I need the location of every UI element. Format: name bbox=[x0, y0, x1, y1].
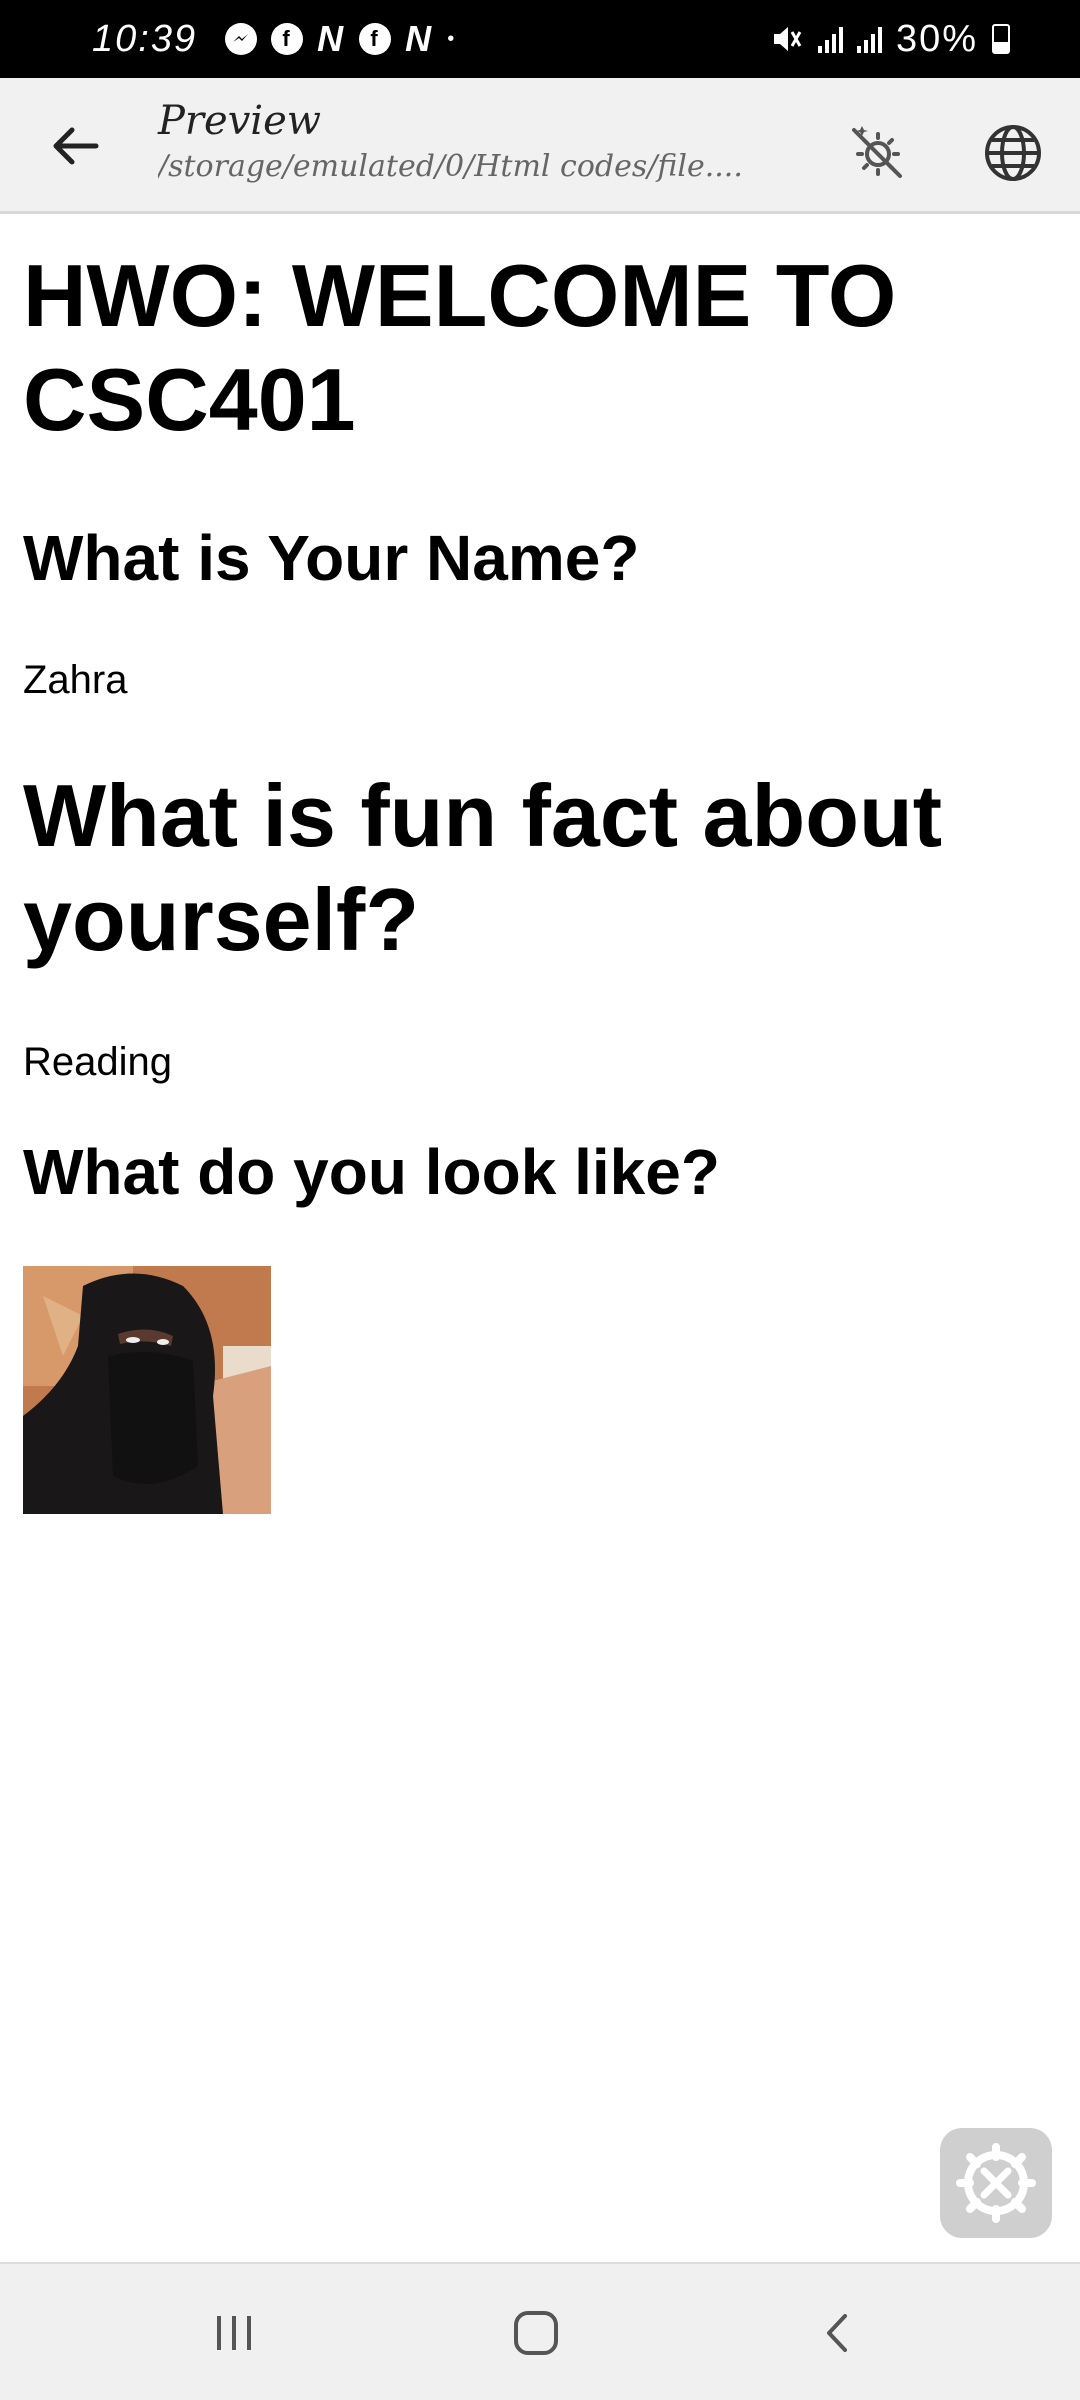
answer-fun-fact: Reading bbox=[23, 1040, 173, 1084]
n-app-icon: N bbox=[317, 18, 346, 59]
system-nav-bar bbox=[0, 2262, 1080, 2400]
recent-apps-button[interactable] bbox=[194, 2298, 274, 2368]
home-button[interactable] bbox=[496, 2298, 576, 2368]
status-bar: 10:39 f N f N • 30% bbox=[0, 0, 1080, 78]
mute-icon bbox=[773, 27, 802, 51]
theme-toggle-button[interactable] bbox=[842, 118, 912, 188]
preview-content: HWO: WELCOME TO CSC401 What is Your Name… bbox=[23, 214, 1053, 1514]
status-time: 10:39 bbox=[92, 17, 198, 60]
n-app-icon: N bbox=[405, 18, 434, 59]
globe-icon bbox=[985, 125, 1041, 181]
back-button[interactable] bbox=[40, 116, 110, 176]
facebook-icon: f bbox=[359, 23, 392, 55]
status-right: 30% bbox=[770, 18, 1010, 61]
signal-icon bbox=[817, 25, 843, 53]
settings-tools-icon bbox=[956, 2143, 1036, 2223]
recent-apps-icon bbox=[217, 2316, 251, 2350]
app-title-block: Preview /storage/emulated/0/Html codes/f… bbox=[158, 96, 798, 188]
question-fun-fact: What is fun fact about yourself? bbox=[23, 766, 943, 969]
arrow-left-icon bbox=[53, 127, 99, 165]
question-name: What is Your Name? bbox=[23, 522, 640, 594]
chevron-left-icon bbox=[827, 2314, 847, 2352]
app-title: Preview bbox=[158, 98, 322, 144]
system-back-button[interactable] bbox=[798, 2298, 878, 2368]
open-in-browser-button[interactable] bbox=[978, 118, 1048, 188]
theme-toggle-icon bbox=[852, 126, 902, 178]
facebook-icon: f bbox=[271, 23, 304, 55]
page-title: HWO: WELCOME TO CSC401 bbox=[23, 246, 897, 449]
home-icon bbox=[514, 2311, 558, 2355]
status-left: 10:39 f N f N • bbox=[92, 18, 456, 61]
answer-name: Zahra bbox=[23, 658, 128, 702]
more-notifications-dot: • bbox=[447, 27, 457, 50]
messenger-icon bbox=[225, 23, 258, 55]
question-look: What do you look like? bbox=[23, 1136, 720, 1208]
signal-icon bbox=[856, 25, 882, 53]
tools-button[interactable] bbox=[940, 2128, 1052, 2238]
battery-icon bbox=[992, 24, 1010, 54]
notification-icons: f N f N • bbox=[225, 18, 457, 59]
battery-percent: 30% bbox=[895, 17, 978, 60]
profile-photo bbox=[23, 1266, 271, 1514]
app-bar: Preview /storage/emulated/0/Html codes/f… bbox=[0, 78, 1080, 214]
file-path: /storage/emulated/0/Html codes/file.... bbox=[158, 149, 743, 184]
